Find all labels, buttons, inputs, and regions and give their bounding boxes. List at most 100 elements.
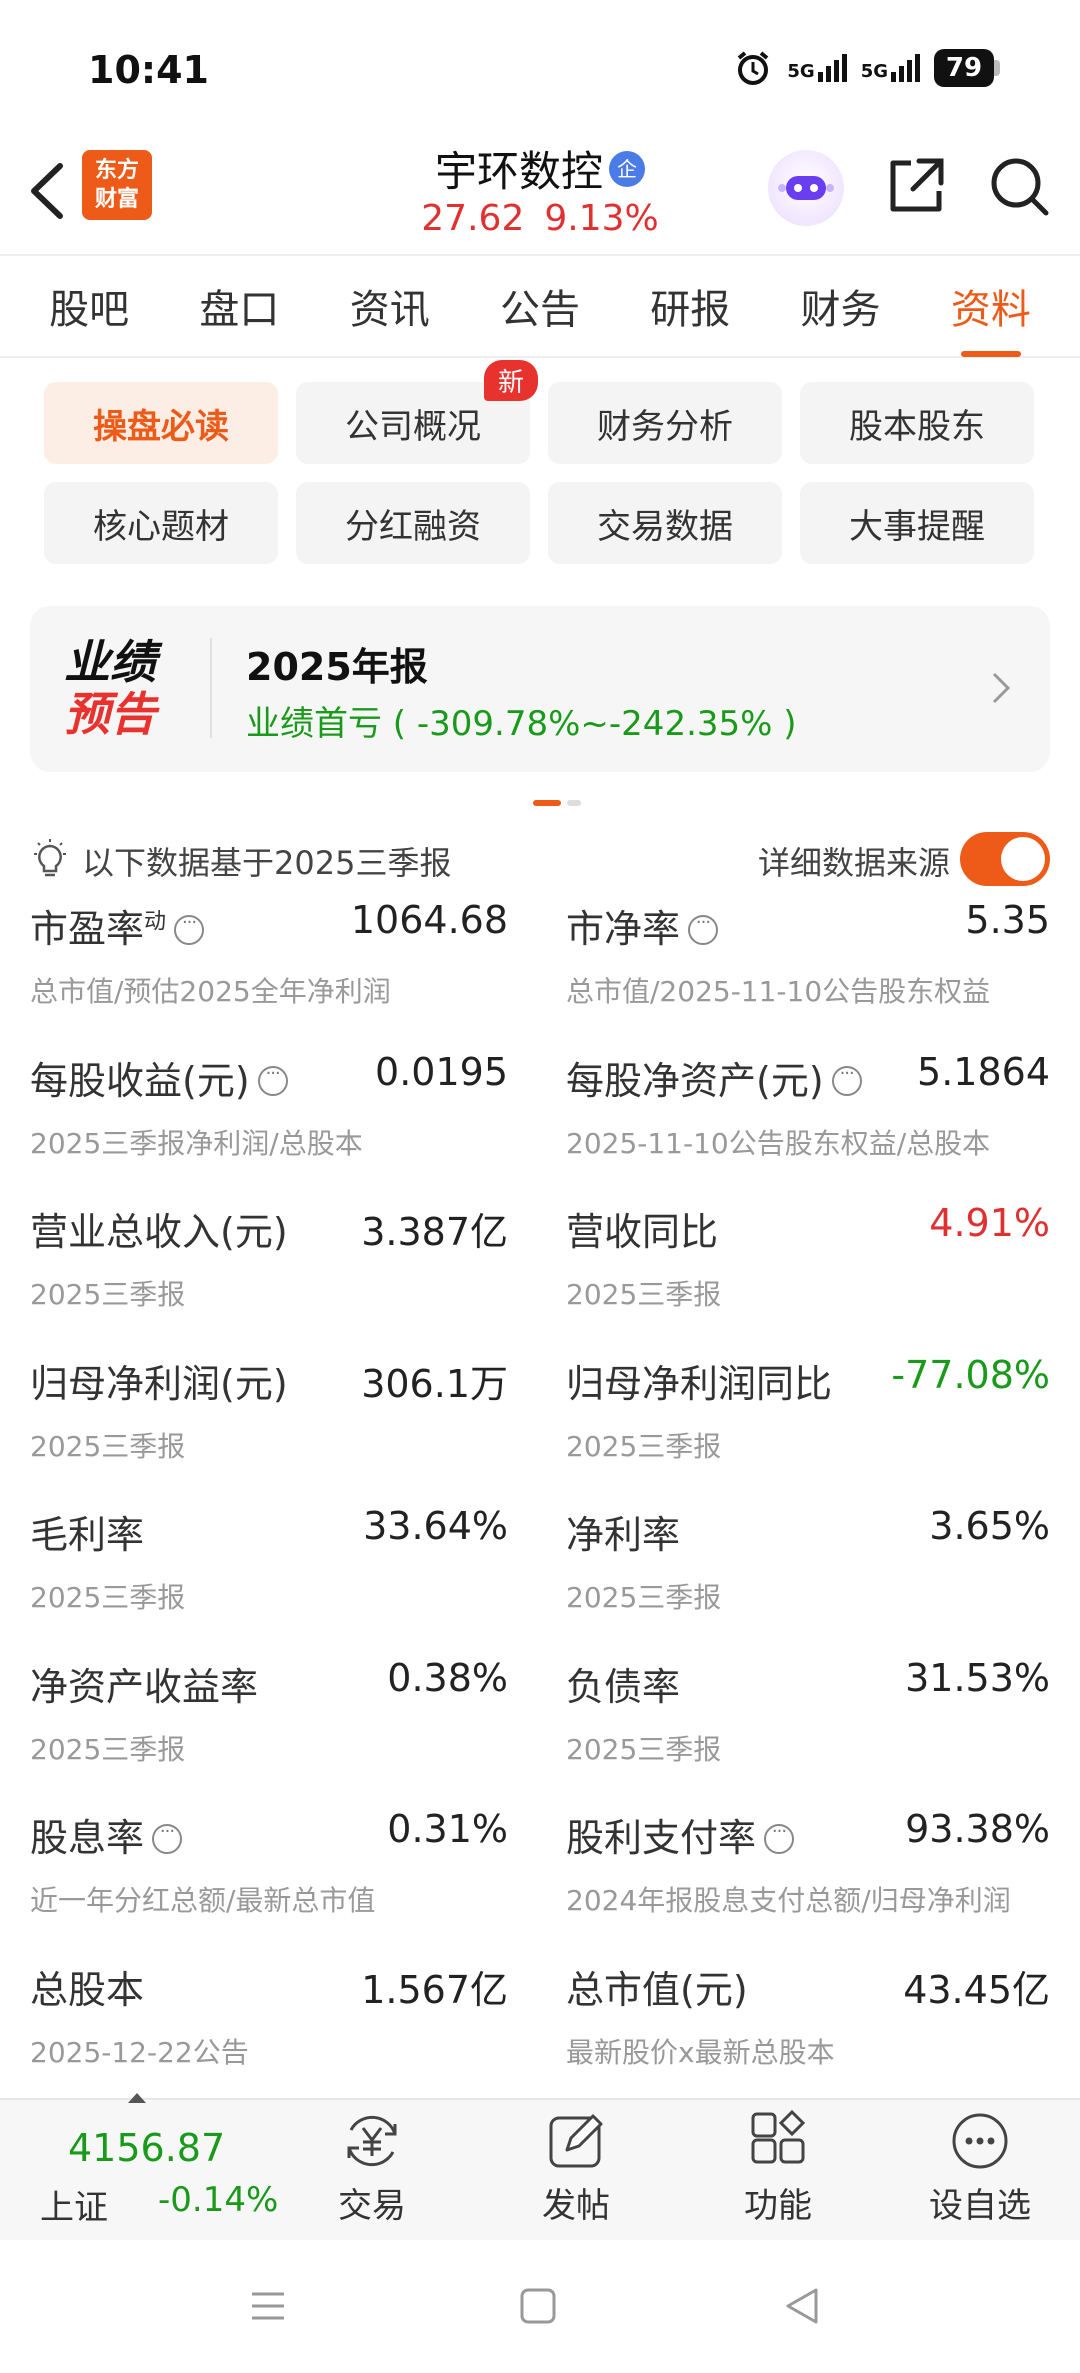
metric-name: 营业总收入(元) — [30, 1201, 288, 1256]
metric-name: 每股净资产(元) — [566, 1050, 862, 1105]
section-chip-7[interactable]: 大事提醒 — [800, 482, 1034, 564]
stock-name: 宇环数控 — [434, 147, 603, 196]
signal-icon-2: 5G — [861, 54, 920, 82]
lightbulb-icon — [34, 839, 66, 877]
metric-caption: 近一年分红总额/最新总市值 — [30, 1884, 376, 1917]
metric-item[interactable]: 市盈率动 1064.68 总市值/预估2025全年净利润 — [30, 898, 508, 1048]
metric-name: 毛利率 — [30, 1504, 144, 1559]
tab-4[interactable]: 研报 — [620, 277, 760, 335]
section-chip-label: 财务分析 — [597, 406, 733, 447]
status-bar: 10:41 5G 5G 79 — [0, 0, 1080, 140]
metric-item: 负债率 31.53% 2025三季报 — [566, 1656, 1050, 1806]
metric-value: 4.91% — [929, 1201, 1050, 1245]
metric-caption: 2025-11-10公告股东权益/总股本 — [566, 1126, 991, 1160]
metric-name: 市净率 — [566, 898, 719, 953]
section-chip-6[interactable]: 交易数据 — [548, 482, 782, 564]
tab-5[interactable]: 财务 — [771, 277, 911, 335]
metric-item[interactable]: 市净率 5.35 总市值/2025-11-10公告股东权益 — [566, 898, 1050, 1048]
network-type-2: 5G — [860, 61, 888, 82]
metric-value: 306.1万 — [361, 1361, 508, 1406]
metric-item[interactable]: 每股收益(元) 0.0195 2025三季报净利润/总股本 — [30, 1050, 508, 1200]
status-time: 10:41 — [88, 48, 209, 92]
info-more-icon[interactable] — [174, 912, 205, 945]
metric-caption: 总市值/预估2025全年净利润 — [30, 975, 391, 1008]
nav-post[interactable]: 发帖 — [506, 2110, 646, 2227]
info-more-icon[interactable] — [152, 1821, 183, 1854]
metric-caption: 2025三季报 — [30, 1429, 186, 1463]
index-change[interactable]: -0.14% — [158, 2180, 278, 2220]
data-basis-row: 以下数据基于2025三季报 详细数据来源 — [30, 832, 1050, 888]
nav-add-watchlist[interactable]: 设自选 — [910, 2110, 1050, 2227]
nav-functions[interactable]: 功能 — [708, 2110, 848, 2227]
nav-post-label: 发帖 — [542, 2186, 610, 2226]
tab-3[interactable]: 公告 — [470, 277, 610, 335]
menu-icon[interactable] — [248, 2286, 288, 2326]
tab-2[interactable]: 资讯 — [320, 277, 460, 335]
metric-value: 0.0195 — [375, 1049, 508, 1094]
forecast-card[interactable]: 业绩 预告 2025年报 业绩首亏 ( -309.78%~-242.35% ) — [30, 606, 1050, 772]
section-chip-3[interactable]: 股本股东 — [800, 382, 1034, 464]
metric-item: 营收同比 4.91% 2025三季报 — [566, 1201, 1050, 1351]
battery-icon: 79 — [934, 49, 1000, 87]
section-chip-1[interactable]: 公司概况新 — [296, 360, 538, 464]
metric-value: 5.1864 — [917, 1049, 1050, 1094]
metric-name: 净利率 — [566, 1504, 680, 1559]
section-chip-4[interactable]: 核心题材 — [44, 482, 278, 564]
tab-1[interactable]: 盘口 — [169, 277, 309, 335]
apps-icon — [751, 2110, 806, 2164]
section-chip-label: 核心题材 — [93, 506, 229, 547]
tab-6[interactable]: 资料 — [921, 277, 1061, 357]
info-more-icon[interactable] — [688, 912, 719, 945]
tab-0[interactable]: 股吧 — [19, 277, 159, 335]
forecast-logo-line-1: 业绩 — [64, 635, 156, 689]
caret-up-icon — [128, 2093, 146, 2103]
section-chip-2[interactable]: 财务分析 — [548, 382, 782, 464]
metric-item: 毛利率 33.64% 2025三季报 — [30, 1504, 508, 1654]
index-name[interactable]: 上证 — [40, 2180, 108, 2229]
section-chip-5[interactable]: 分红融资 — [296, 482, 530, 564]
metric-name-text: 股利支付率 — [566, 1816, 757, 1860]
metric-item[interactable]: 每股净资产(元) 5.1864 2025-11-10公告股东权益/总股本 — [566, 1050, 1050, 1200]
info-more-icon[interactable] — [831, 1063, 862, 1096]
section-chip-label: 公司概况 — [345, 406, 481, 447]
data-source-toggle[interactable] — [960, 832, 1050, 886]
metric-item[interactable]: 股息率 0.31% 近一年分红总额/最新总市值 — [30, 1807, 508, 1957]
metric-item[interactable]: 股利支付率 93.38% 2024年报股息支付总额/归母净利润 — [566, 1807, 1050, 1957]
metric-value: 0.31% — [387, 1807, 508, 1851]
metric-name-text: 归母净利润同比 — [566, 1361, 833, 1406]
section-chip-0[interactable]: 操盘必读 — [44, 382, 278, 464]
share-icon[interactable] — [885, 155, 947, 217]
section-chip-label: 分红融资 — [345, 506, 481, 547]
metric-value: 43.45亿 — [903, 1967, 1050, 2012]
info-more-icon[interactable] — [257, 1063, 288, 1096]
home-icon[interactable] — [518, 2286, 558, 2326]
metric-item: 归母净利润同比 -77.08% 2025三季报 — [566, 1353, 1050, 1503]
metric-name: 营收同比 — [566, 1201, 718, 1256]
search-icon[interactable] — [988, 155, 1052, 219]
metric-value: 0.38% — [387, 1655, 508, 1700]
index-value[interactable]: 4156.87 — [68, 2126, 225, 2170]
metric-name-text: 营收同比 — [566, 1210, 719, 1254]
metric-name: 总市值(元) — [566, 1959, 748, 2014]
metric-caption: 2025三季报净利润/总股本 — [30, 1126, 363, 1160]
back-triangle-icon[interactable] — [782, 2286, 822, 2326]
metric-caption: 2025三季报 — [30, 1732, 186, 1766]
info-more-icon[interactable] — [764, 1821, 795, 1854]
forecast-logo-line-2: 预告 — [64, 687, 156, 741]
section-chips: 操盘必读 公司概况新 财务分析 股本股东核心题材 分红融资 交易数据 大事提醒 — [44, 360, 1036, 564]
metric-superscript: 动 — [144, 909, 167, 935]
metric-item: 营业总收入(元) 3.387亿 2025三季报 — [30, 1201, 508, 1351]
forecast-logo: 业绩 预告 — [64, 636, 204, 740]
assistant-robot-icon[interactable] — [768, 150, 844, 226]
metric-name: 归母净利润同比 — [566, 1353, 832, 1408]
section-chip-label: 大事提醒 — [849, 506, 985, 547]
nav-trade[interactable]: 交易 — [302, 2110, 442, 2227]
metric-name: 每股收益(元) — [30, 1050, 288, 1105]
metric-name: 股利支付率 — [566, 1807, 795, 1862]
data-source-label: 详细数据来源 — [757, 844, 950, 882]
metric-caption: 2025三季报 — [566, 1732, 722, 1766]
metric-item: 归母净利润(元) 306.1万 2025三季报 — [30, 1353, 508, 1503]
metric-value: 3.387亿 — [361, 1210, 508, 1254]
metric-value: -77.08% — [891, 1352, 1050, 1397]
metric-name: 股息率 — [30, 1807, 183, 1862]
